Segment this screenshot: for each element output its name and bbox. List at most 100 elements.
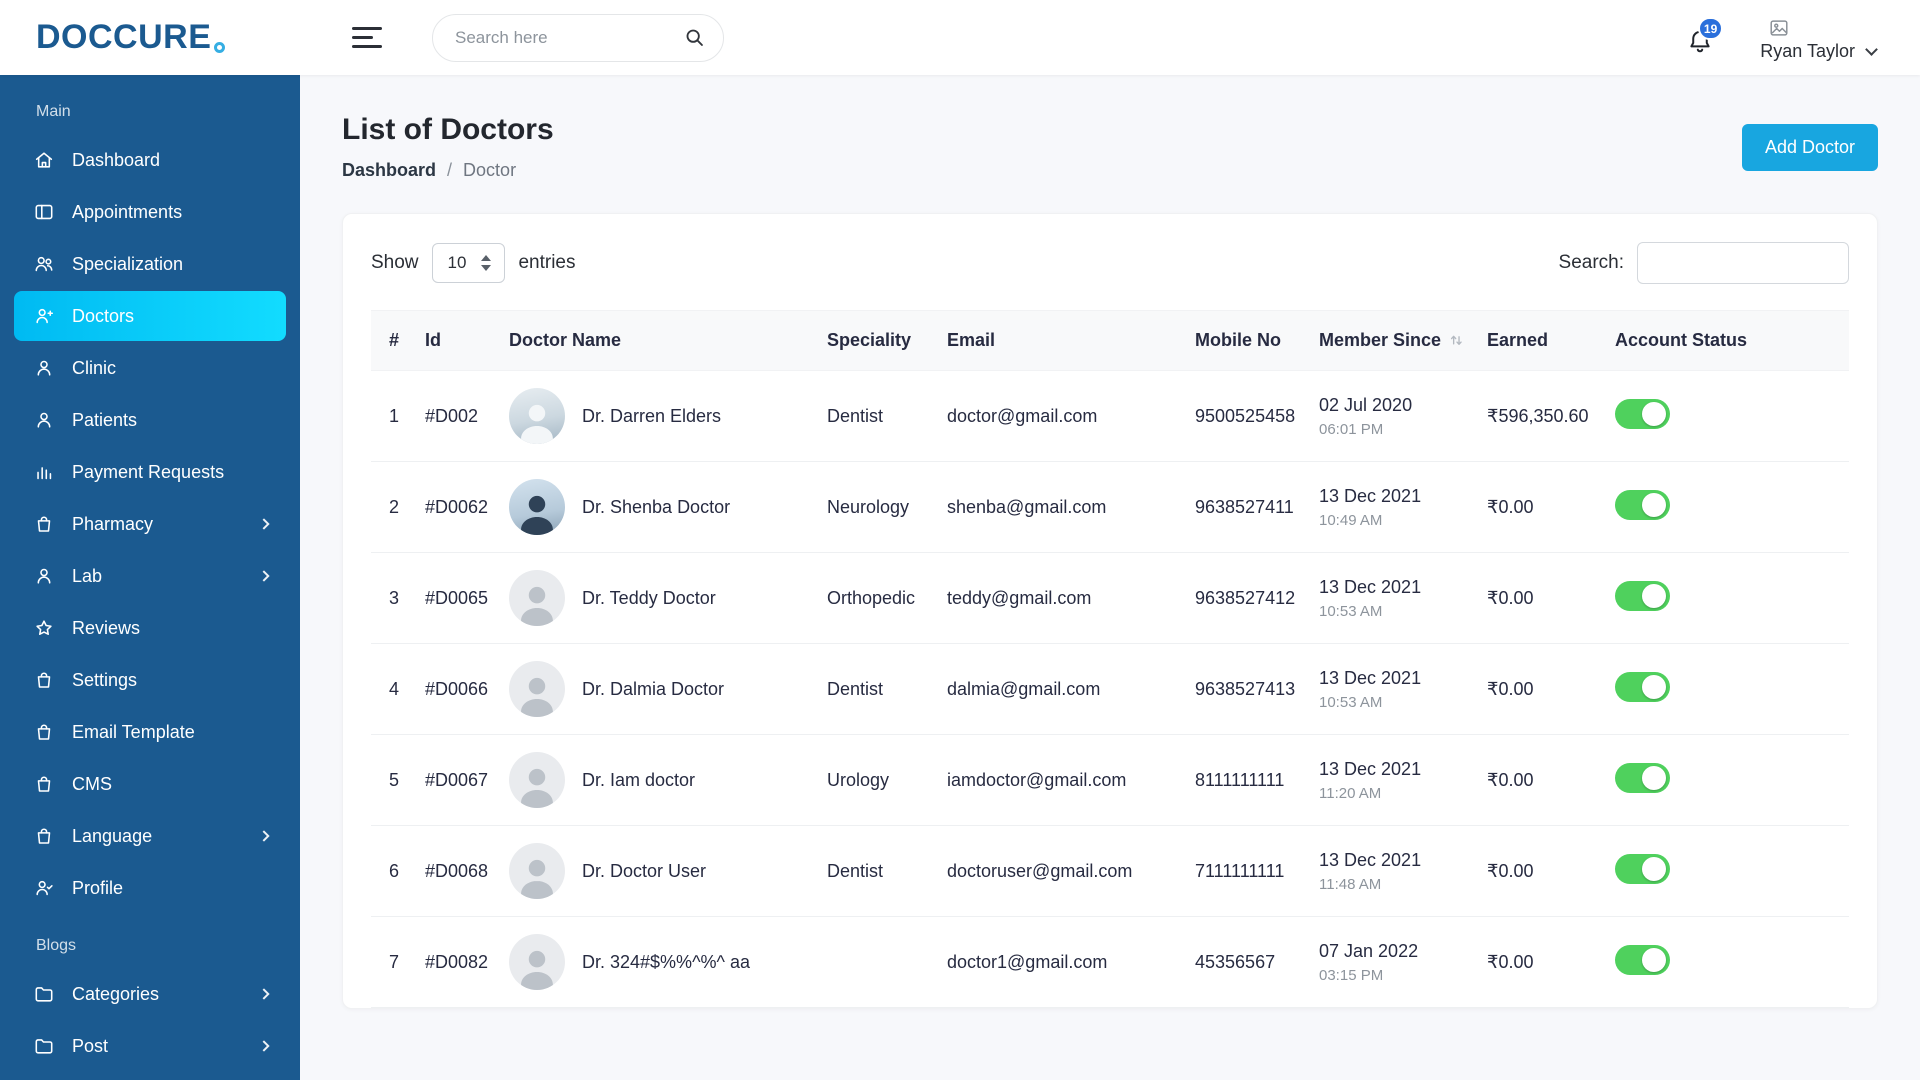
user-plus-icon	[32, 304, 56, 328]
sidebar: Main Dashboard Appointments Specializati…	[0, 75, 300, 1080]
member-since-cell: 13 Dec 2021 11:20 AM	[1309, 734, 1477, 826]
col-doctor-name[interactable]: Doctor Name	[499, 310, 817, 371]
folder-icon	[32, 1034, 56, 1058]
sidebar-item-profile[interactable]: Profile	[14, 863, 286, 913]
bar-chart-icon	[32, 460, 56, 484]
col-email[interactable]: Email	[937, 310, 1185, 371]
sidebar-item-clinic[interactable]: Clinic	[14, 343, 286, 393]
account-status-toggle[interactable]	[1615, 489, 1670, 520]
mobile-cell: 8111111111	[1185, 734, 1309, 826]
doctor-avatar[interactable]	[509, 661, 565, 717]
doctor-avatar[interactable]	[509, 388, 565, 444]
layout-icon	[32, 200, 56, 224]
account-status-toggle[interactable]	[1615, 398, 1670, 429]
doctor-name-link[interactable]: Dr. Dalmia Doctor	[582, 679, 724, 700]
member-since-cell: 13 Dec 2021 10:49 AM	[1309, 461, 1477, 553]
row-number-cell: 2	[371, 461, 415, 553]
logo[interactable]: DOCCURE	[0, 0, 300, 75]
table-row: 7 #D0082 Dr. 324#$%%^%^ aa doctor1@gmail…	[371, 916, 1849, 1008]
earned-cell: ₹596,350.60	[1477, 370, 1605, 462]
menu-toggle-button[interactable]	[352, 27, 382, 48]
col-mobile-no[interactable]: Mobile No	[1185, 310, 1309, 371]
add-doctor-button[interactable]: Add Doctor	[1741, 123, 1878, 171]
account-status-toggle[interactable]	[1615, 853, 1670, 884]
col-earned[interactable]: Earned	[1477, 310, 1605, 371]
doctor-avatar[interactable]	[509, 479, 565, 535]
header-search	[432, 13, 724, 62]
chevron-right-icon	[258, 1040, 270, 1052]
sidebar-item-specialization[interactable]: Specialization	[14, 239, 286, 289]
breadcrumb-dashboard-link[interactable]: Dashboard	[342, 160, 436, 181]
person-silhouette-icon	[521, 950, 553, 990]
col-account-status[interactable]: Account Status	[1605, 310, 1849, 371]
sidebar-item-appointments[interactable]: Appointments	[14, 187, 286, 237]
col-speciality[interactable]: Speciality	[817, 310, 937, 371]
sidebar-item-payment-requests[interactable]: Payment Requests	[14, 447, 286, 497]
doctor-name-link[interactable]: Dr. 324#$%%^%^ aa	[582, 952, 750, 973]
person-silhouette-icon	[521, 859, 553, 899]
earned-cell: ₹0.00	[1477, 461, 1605, 553]
member-since-time: 06:01 PM	[1319, 420, 1384, 438]
doctor-avatar[interactable]	[509, 570, 565, 626]
doctor-name-link[interactable]: Dr. Doctor User	[582, 861, 706, 882]
table-search: Search:	[1559, 242, 1849, 284]
doctor-name-cell: Dr. Iam doctor	[499, 734, 817, 826]
doctor-name-link[interactable]: Dr. Darren Elders	[582, 406, 721, 427]
table-row: 5 #D0067 Dr. Iam doctor Urology iamdocto…	[371, 734, 1849, 826]
member-since-date: 13 Dec 2021	[1319, 576, 1422, 597]
sidebar-item-cms[interactable]: CMS	[14, 759, 286, 809]
sidebar-item-email-template[interactable]: Email Template	[14, 707, 286, 757]
col-number[interactable]: #	[371, 310, 415, 371]
chevron-down-icon	[1865, 42, 1878, 56]
notifications-button[interactable]: 19	[1686, 17, 1724, 60]
sidebar-item-language[interactable]: Language	[14, 811, 286, 861]
sidebar-item-dashboard[interactable]: Dashboard	[14, 135, 286, 185]
sidebar-item-settings[interactable]: Settings	[14, 655, 286, 705]
sidebar-item-lab[interactable]: Lab	[14, 551, 286, 601]
account-status-toggle[interactable]	[1615, 762, 1670, 793]
account-status-cell	[1605, 734, 1849, 826]
email-cell: dalmia@gmail.com	[937, 643, 1185, 735]
table-search-input[interactable]	[1637, 242, 1849, 284]
top-header: DOCCURE 19 Ryan Taylor	[0, 0, 1920, 75]
table-row: 4 #D0066 Dr. Dalmia Doctor Dentist dalmi…	[371, 643, 1849, 735]
sidebar-section-main: Main	[36, 103, 71, 120]
speciality-cell: Urology	[817, 734, 937, 826]
col-id[interactable]: Id	[415, 310, 499, 371]
member-since-time: 11:20 AM	[1319, 784, 1382, 802]
doctor-name-link[interactable]: Dr. Shenba Doctor	[582, 497, 730, 518]
account-status-toggle[interactable]	[1615, 944, 1670, 975]
doctor-avatar[interactable]	[509, 843, 565, 899]
sidebar-item-patients[interactable]: Patients	[14, 395, 286, 445]
col-member-since[interactable]: Member Since	[1309, 310, 1477, 371]
account-status-toggle[interactable]	[1615, 671, 1670, 702]
broken-image-icon	[1770, 20, 1788, 36]
doctor-avatar[interactable]	[509, 934, 565, 990]
doctor-name-link[interactable]: Dr. Teddy Doctor	[582, 588, 716, 609]
speciality-cell: Orthopedic	[817, 552, 937, 644]
bag-icon	[32, 720, 56, 744]
account-status-toggle[interactable]	[1615, 580, 1670, 611]
sidebar-item-pharmacy[interactable]: Pharmacy	[14, 499, 286, 549]
user-icon	[32, 408, 56, 432]
sidebar-item-doctors[interactable]: Doctors	[14, 291, 286, 341]
sidebar-item-reviews[interactable]: Reviews	[14, 603, 286, 653]
earned-cell: ₹0.00	[1477, 734, 1605, 826]
bell-icon	[1686, 30, 1714, 59]
bag-icon	[32, 512, 56, 536]
member-since-date: 13 Dec 2021	[1319, 485, 1422, 506]
search-icon[interactable]	[684, 27, 706, 54]
member-since-time: 10:49 AM	[1319, 511, 1383, 529]
doctor-id-cell: #D0067	[415, 734, 499, 826]
entries-select[interactable]: 10	[431, 243, 506, 283]
doctor-avatar[interactable]	[509, 752, 565, 808]
doctor-name-link[interactable]: Dr. Iam doctor	[582, 770, 695, 791]
email-cell: shenba@gmail.com	[937, 461, 1185, 553]
sidebar-item-post[interactable]: Post	[14, 1021, 286, 1071]
doctor-name-cell: Dr. Dalmia Doctor	[499, 643, 817, 735]
sidebar-item-categories[interactable]: Categories	[14, 969, 286, 1019]
member-since-date: 13 Dec 2021	[1319, 849, 1422, 870]
header-search-input[interactable]	[432, 13, 724, 62]
user-menu[interactable]: Ryan Taylor	[1760, 13, 1878, 62]
star-icon	[32, 616, 56, 640]
